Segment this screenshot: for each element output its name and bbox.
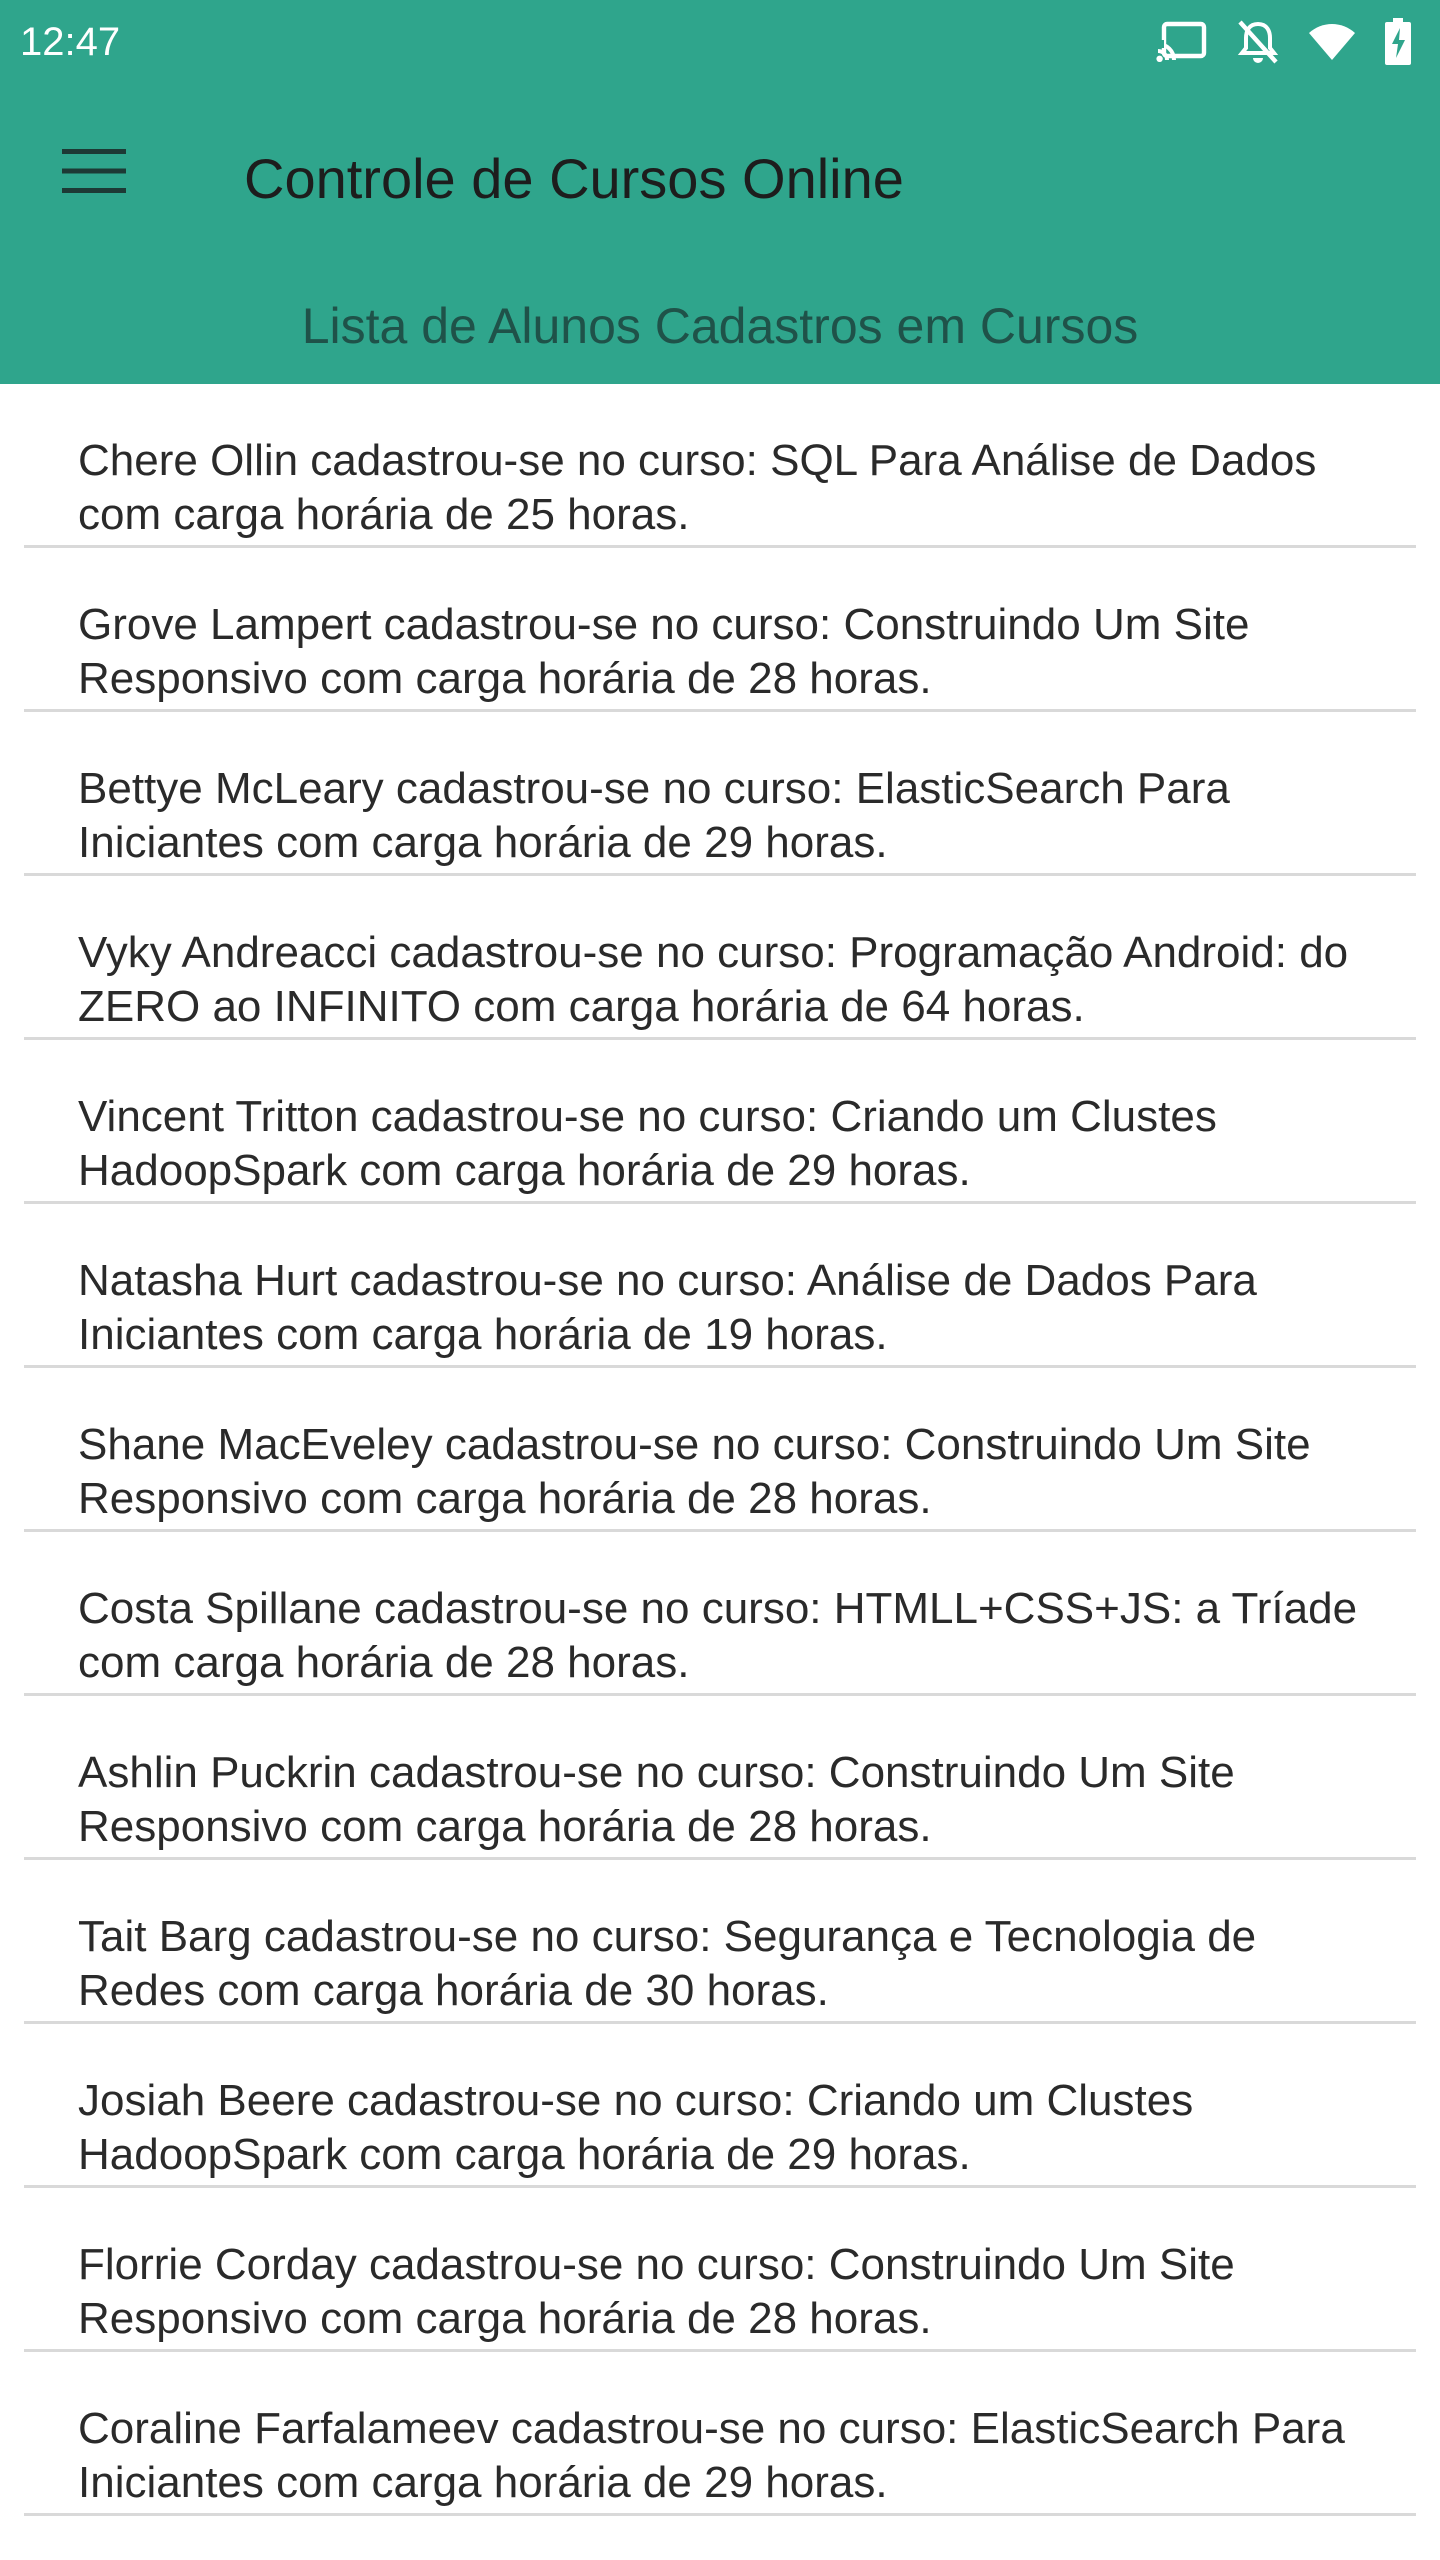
cast-icon	[1156, 20, 1208, 64]
list-item[interactable]: Bettye McLeary cadastrou-se no curso: El…	[24, 712, 1416, 876]
list-item-text: Natasha Hurt cadastrou-se no curso: Anál…	[78, 1256, 1257, 1359]
list-item[interactable]: Tait Barg cadastrou-se no curso: Seguran…	[24, 1860, 1416, 2024]
list-item-text: Shane MacEveley cadastrou-se no curso: C…	[78, 1420, 1311, 1523]
status-icons	[1156, 16, 1412, 68]
list-item[interactable]: Shane MacEveley cadastrou-se no curso: C…	[24, 1368, 1416, 1532]
list-item-text: Josiah Beere cadastrou-se no curso: Cria…	[78, 2076, 1194, 2179]
menu-button[interactable]	[44, 128, 144, 218]
list-item[interactable]: Natasha Hurt cadastrou-se no curso: Anál…	[24, 1204, 1416, 1368]
list-item-text: Ashlin Puckrin cadastrou-se no curso: Co…	[78, 1748, 1235, 1851]
list-item-text: Grove Lampert cadastrou-se no curso: Con…	[78, 600, 1250, 703]
toolbar: Controle de Cursos Online	[0, 84, 1440, 268]
list-item[interactable]: Vyky Andreacci cadastrou-se no curso: Pr…	[24, 876, 1416, 1040]
status-bar: 12:47	[0, 0, 1440, 84]
hamburger-menu-icon	[62, 148, 126, 198]
list-item[interactable]: Florrie Corday cadastrou-se no curso: Co…	[24, 2188, 1416, 2352]
battery-charging-icon	[1384, 18, 1412, 66]
list-item[interactable]: Ashlin Puckrin cadastrou-se no curso: Co…	[24, 1696, 1416, 1860]
list-item-text: Chere Ollin cadastrou-se no curso: SQL P…	[78, 436, 1317, 539]
list-item[interactable]: Josiah Beere cadastrou-se no curso: Cria…	[24, 2024, 1416, 2188]
list-item[interactable]: Coraline Farfalameev cadastrou-se no cur…	[24, 2352, 1416, 2516]
list-item-text: Coraline Farfalameev cadastrou-se no cur…	[78, 2404, 1345, 2507]
list-subtitle: Lista de Alunos Cadastros em Cursos	[301, 298, 1139, 354]
list-item[interactable]: Grove Lampert cadastrou-se no curso: Con…	[24, 548, 1416, 712]
list-item-text: Vyky Andreacci cadastrou-se no curso: Pr…	[78, 928, 1349, 1031]
notifications-off-icon	[1236, 18, 1280, 66]
list-item-text: Tait Barg cadastrou-se no curso: Seguran…	[78, 1912, 1257, 2015]
list-item-text: Costa Spillane cadastrou-se no curso: HT…	[78, 1584, 1358, 1687]
enrollment-list[interactable]: Chere Ollin cadastrou-se no curso: SQL P…	[0, 384, 1440, 2560]
list-item[interactable]: Costa Spillane cadastrou-se no curso: HT…	[24, 1532, 1416, 1696]
list-item-text: Bettye McLeary cadastrou-se no curso: El…	[78, 764, 1230, 867]
status-time: 12:47	[20, 20, 121, 64]
list-item[interactable]: Chere Ollin cadastrou-se no curso: SQL P…	[24, 384, 1416, 548]
list-item-text: Vincent Tritton cadastrou-se no curso: C…	[78, 1092, 1217, 1195]
app-header: 12:47 Controle de Cursos Online Lista de…	[0, 0, 1440, 384]
list-item-text: Florrie Corday cadastrou-se no curso: Co…	[78, 2240, 1235, 2343]
list-item[interactable]: Vincent Tritton cadastrou-se no curso: C…	[24, 1040, 1416, 1204]
wifi-icon	[1308, 22, 1356, 62]
app-title: Controle de Cursos Online	[244, 147, 904, 210]
